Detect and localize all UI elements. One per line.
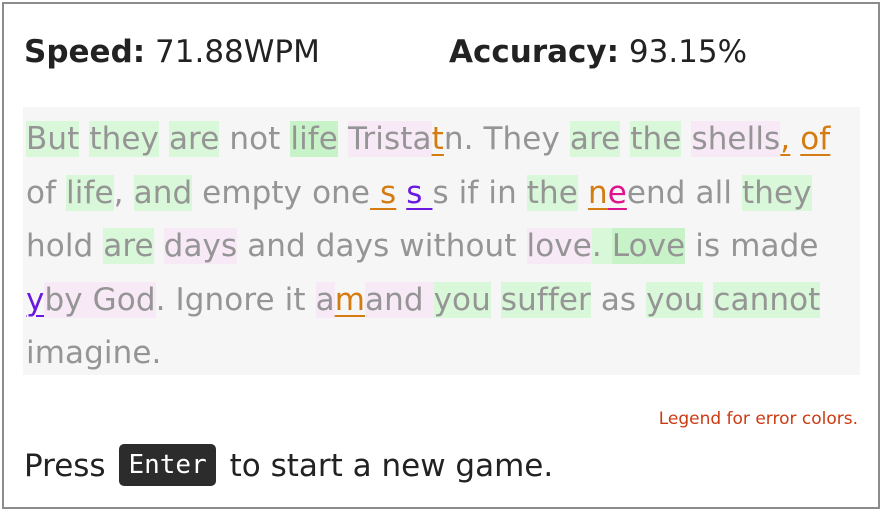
error-char: , bbox=[780, 121, 791, 157]
passage-segment: life bbox=[66, 174, 114, 211]
passage-segment: Trista bbox=[347, 121, 432, 157]
passage-segment: as bbox=[590, 281, 647, 318]
accuracy-value: 93.15% bbox=[628, 34, 748, 70]
passage-segment: . bbox=[591, 228, 612, 264]
passage-segment: love bbox=[526, 228, 592, 264]
passage-segment: suffer bbox=[500, 281, 591, 318]
passage-segment: . Ignore it bbox=[155, 281, 316, 318]
passage-segment: hold bbox=[26, 228, 104, 264]
passage-segment: by God bbox=[44, 281, 156, 318]
passage-segment: life bbox=[290, 121, 338, 157]
passage-segment bbox=[396, 175, 406, 211]
passage-segment: are bbox=[569, 121, 621, 157]
passage-segment bbox=[79, 121, 89, 157]
passage-segment: made bbox=[730, 228, 819, 264]
passage-segment: n. They bbox=[443, 121, 570, 157]
passage-segment: empty one bbox=[192, 174, 371, 211]
typing-text-area[interactable]: But they are not life Tristatn. They are… bbox=[23, 107, 860, 375]
passage-segment: is bbox=[685, 228, 721, 264]
passage-segment bbox=[720, 228, 730, 264]
error-char: n bbox=[587, 174, 608, 211]
new-game-prompt: Press Enter to start a new game. bbox=[24, 444, 553, 488]
passage-segment: and bbox=[365, 281, 434, 318]
speed-stat: Speed: 71.88WPM bbox=[24, 32, 320, 72]
typed-passage: But they are not life Tristatn. They are… bbox=[26, 113, 856, 381]
error-char: y bbox=[26, 281, 45, 318]
passage-segment: they bbox=[89, 121, 159, 157]
passage-segment: they bbox=[742, 174, 812, 211]
passage-segment bbox=[159, 121, 169, 157]
accuracy-label: Accuracy: bbox=[449, 34, 620, 70]
prompt-press-text: Press bbox=[24, 448, 106, 484]
passage-segment bbox=[703, 282, 713, 318]
passage-segment: , bbox=[113, 174, 134, 211]
passage-segment: s if in bbox=[432, 174, 527, 211]
passage-segment: the bbox=[526, 174, 578, 211]
passage-segment bbox=[491, 282, 501, 318]
passage-segment: imagine. bbox=[26, 335, 162, 371]
passage-segment: the bbox=[630, 121, 682, 157]
error-char: t bbox=[431, 121, 444, 157]
passage-segment: end all bbox=[626, 174, 733, 211]
passage-segment bbox=[578, 175, 588, 211]
passage-segment bbox=[790, 121, 800, 157]
error-char: e bbox=[607, 174, 627, 211]
passage-segment: are bbox=[103, 228, 154, 264]
passage-segment: days bbox=[163, 228, 238, 264]
enter-key-badge: Enter bbox=[119, 444, 216, 486]
passage-segment: Love bbox=[611, 228, 686, 264]
prompt-rest-text: to start a new game. bbox=[229, 448, 554, 484]
passage-segment: But bbox=[26, 121, 80, 157]
passage-segment bbox=[732, 175, 742, 211]
speed-value: 71.88WPM bbox=[155, 34, 320, 70]
error-char: s bbox=[370, 174, 397, 211]
passage-segment: and days without bbox=[237, 228, 527, 264]
error-char: m bbox=[334, 281, 365, 318]
passage-segment bbox=[681, 121, 691, 157]
accuracy-stat: Accuracy: 93.15% bbox=[449, 32, 747, 72]
passage-segment: a bbox=[315, 281, 335, 318]
error-color-legend-link[interactable]: Legend for error colors. bbox=[659, 409, 858, 429]
passage-segment: of bbox=[26, 174, 67, 211]
passage-segment bbox=[338, 121, 348, 157]
passage-segment: are bbox=[168, 121, 220, 157]
passage-segment bbox=[620, 121, 630, 157]
error-char: of bbox=[800, 121, 831, 157]
passage-segment: not bbox=[219, 121, 291, 157]
passage-segment: and bbox=[133, 174, 193, 211]
passage-segment: you bbox=[646, 281, 704, 318]
typing-game-panel: Speed: 71.88WPM Accuracy: 93.15% But the… bbox=[2, 2, 880, 509]
passage-segment: you bbox=[433, 281, 491, 318]
passage-segment: shells bbox=[691, 121, 781, 157]
passage-segment bbox=[154, 228, 164, 264]
passage-segment: cannot bbox=[713, 281, 821, 318]
error-char: s bbox=[406, 174, 433, 211]
speed-label: Speed: bbox=[24, 34, 146, 70]
